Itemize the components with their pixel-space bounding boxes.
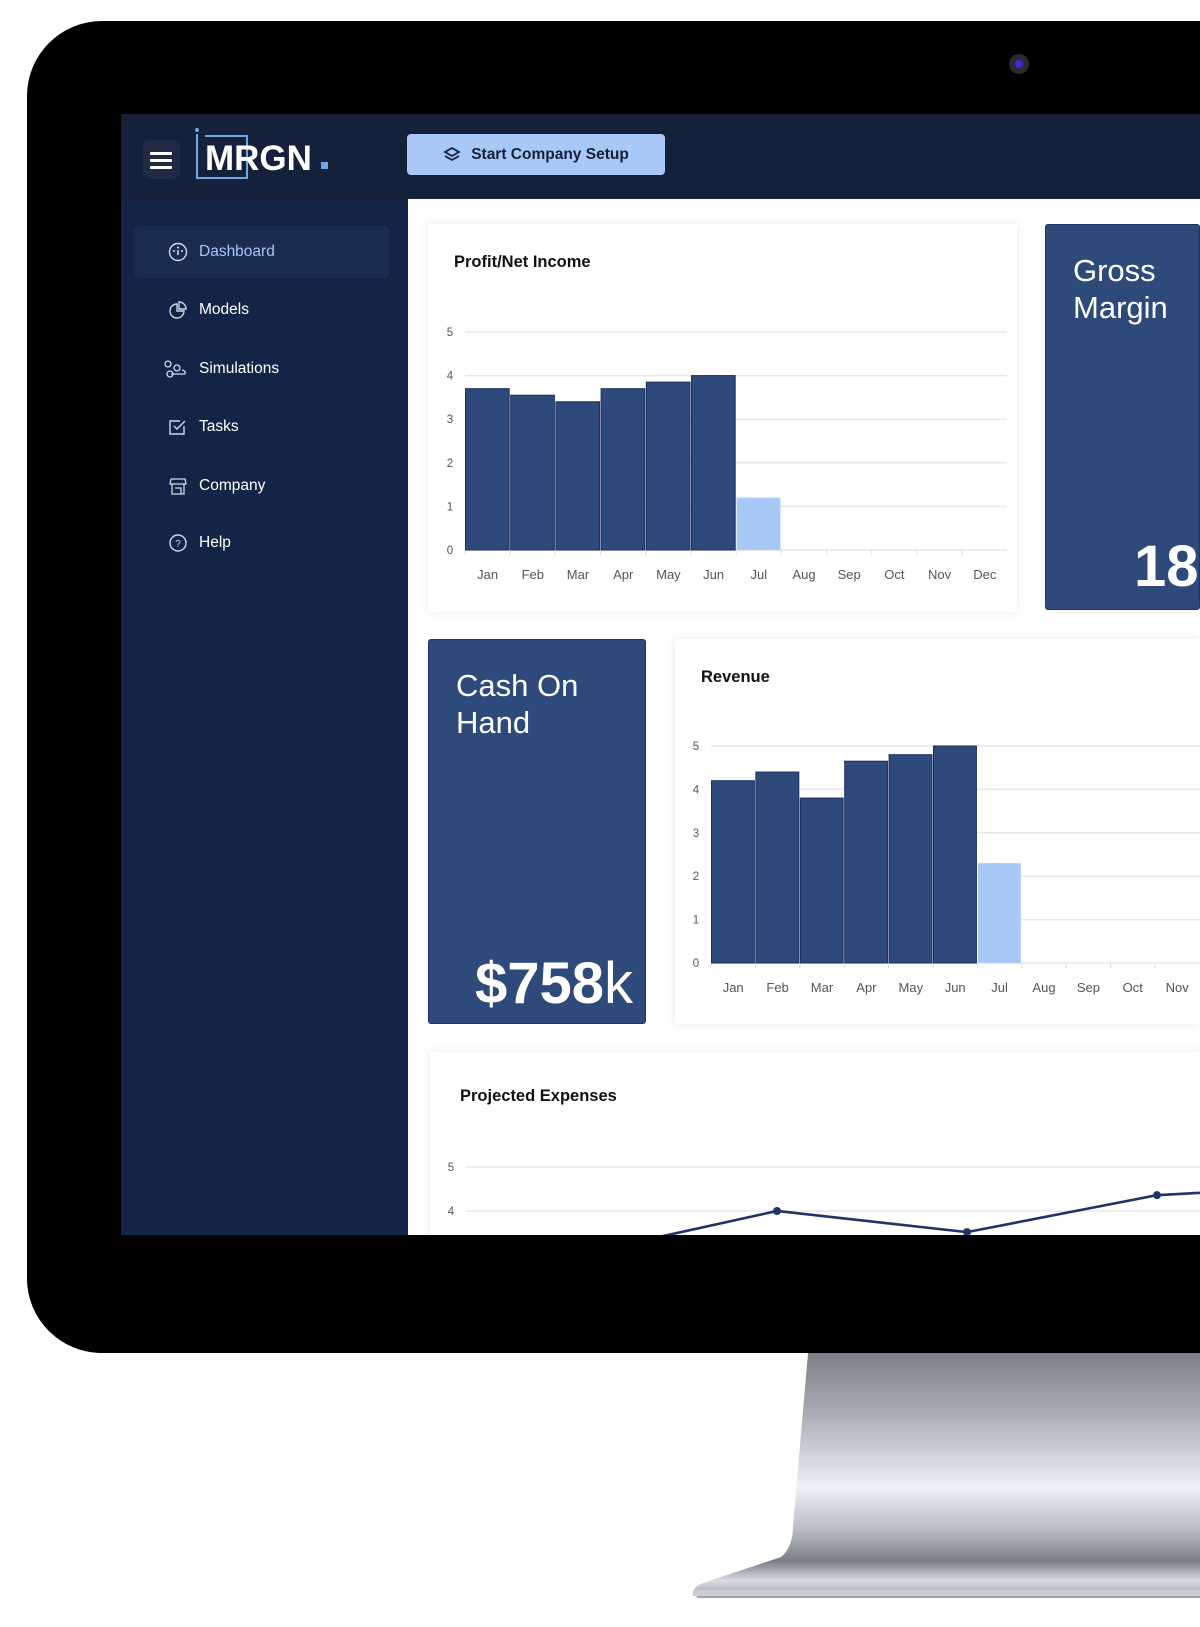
x-tick-label: Oct	[1123, 980, 1144, 995]
x-tick-label: Feb	[522, 567, 544, 582]
menu-button[interactable]	[142, 140, 180, 179]
x-tick-label: Aug	[1032, 980, 1055, 995]
x-tick-label: Sep	[838, 567, 861, 582]
expense-point	[773, 1207, 781, 1215]
revenue-bar-chart: 0 1 2 3 4 5 Jan Feb Mar Apr May Jun Jul Aug Sep Oct Nov	[693, 741, 1200, 995]
x-tick-label: Jan	[723, 980, 744, 995]
y-tick-label: 2	[693, 871, 699, 883]
y-tick-label: 0	[447, 545, 453, 557]
pie-chart-icon	[169, 301, 187, 319]
x-tick-label: Jul	[991, 980, 1008, 995]
y-tick-label: 5	[448, 1162, 454, 1174]
webcam-icon	[1009, 54, 1029, 74]
cash-on-hand-title: Cash On Hand	[456, 668, 579, 740]
bar-apr	[600, 388, 646, 551]
x-tick-label: Mar	[811, 980, 834, 995]
y-tick-label: 5	[693, 741, 699, 753]
cash-unit: k	[604, 951, 633, 1016]
y-tick-label: 2	[447, 458, 453, 470]
cash-on-hand-card: Cash On Hand $758k	[428, 639, 646, 1024]
sidebar-item-company[interactable]: Company	[134, 460, 390, 512]
bar-apr	[844, 760, 889, 964]
x-tick-label: Oct	[884, 567, 905, 582]
sidebar-item-label: Help	[199, 534, 231, 551]
y-tick-label: 4	[448, 1206, 455, 1218]
hamburger-icon	[150, 151, 172, 169]
x-tick-label: Apr	[613, 567, 634, 582]
sidebar-item-label: Dashboard	[199, 243, 275, 260]
x-tick-label: Mar	[567, 567, 590, 582]
help-circle-icon: ?	[169, 534, 187, 552]
bar-jun	[933, 745, 977, 964]
svg-text:?: ?	[175, 539, 181, 550]
cash-amount: $758	[474, 951, 604, 1016]
y-tick-label: 1	[693, 915, 699, 927]
monitor-chin	[27, 1235, 1200, 1353]
x-tick-label: Jul	[750, 567, 767, 582]
x-tick-label: Jun	[703, 567, 724, 582]
x-tick-label: Jun	[945, 980, 966, 995]
sidebar-item-label: Company	[199, 477, 266, 494]
y-tick-label: 4	[447, 371, 454, 383]
sidebar-item-label: Models	[199, 301, 249, 318]
bar-jul	[736, 497, 781, 550]
bar-jan	[465, 388, 510, 551]
logo[interactable]: MRGN	[195, 128, 340, 180]
sidebar-item-simulations[interactable]: Simulations	[134, 343, 390, 395]
setup-button-label: Start Company Setup	[471, 145, 629, 163]
sidebar-item-label: Simulations	[199, 360, 280, 377]
revenue-card: Revenue 0 1 2 3 4 5 Jan Feb Mar Apr May Jun Jul Aug Se…	[675, 639, 1200, 1024]
x-tick-label: Feb	[766, 980, 788, 995]
y-tick-label: 0	[693, 958, 699, 970]
bar-may	[645, 381, 691, 551]
bar-jan	[711, 780, 755, 964]
y-tick-label: 3	[447, 414, 453, 426]
bar-feb	[510, 394, 555, 551]
profit-bar-chart: 0 1 2 3 4 5 Jan Feb Mar Apr May Jun Jul Aug Sep Oct Nov D…	[447, 327, 1007, 582]
bar-jun	[691, 375, 736, 551]
expense-point	[1153, 1191, 1161, 1200]
x-tick-label: May	[656, 567, 681, 582]
logo-mark: MRGN	[195, 128, 328, 179]
gross-margin-title: Gross Margin	[1073, 253, 1168, 325]
x-tick-label: Nov	[928, 567, 952, 582]
sidebar-item-models[interactable]: Models	[134, 284, 390, 336]
y-tick-label: 5	[447, 327, 453, 339]
storefront-icon	[169, 478, 187, 495]
bar-mar	[555, 401, 601, 551]
gross-margin-value: 18	[1134, 534, 1199, 599]
y-tick-label: 1	[447, 501, 453, 513]
bar-may	[888, 754, 933, 964]
cash-on-hand-value: $758k	[475, 950, 633, 1017]
projected-expenses-card: Projected Expenses 45	[430, 1052, 1200, 1252]
sidebar-item-label: Tasks	[199, 418, 239, 435]
x-tick-label: Nov	[1166, 980, 1190, 995]
projected-expenses-line-chart: 45	[448, 1162, 1200, 1252]
bar-jul	[977, 863, 1021, 963]
x-tick-label: Jan	[477, 567, 498, 582]
logo-text: MRGN	[205, 139, 312, 178]
profit-net-income-card: Profit/Net Income 0 1 2 3 4 5 Jan Feb Mar Apr May J…	[428, 224, 1017, 612]
y-tick-label: 4	[693, 784, 700, 796]
gross-margin-card: Gross Margin 18	[1045, 224, 1200, 610]
start-company-setup-button[interactable]: Start Company Setup	[407, 134, 665, 175]
x-tick-label: Apr	[856, 980, 877, 995]
checkbox-icon	[169, 420, 186, 435]
x-tick-label: Dec	[973, 567, 997, 582]
x-tick-label: Sep	[1077, 980, 1100, 995]
bar-mar	[799, 797, 844, 964]
nodes-icon	[164, 360, 186, 378]
sidebar-item-help[interactable]: ? Help	[134, 517, 390, 569]
bar-feb	[755, 771, 800, 964]
y-tick-label: 3	[693, 828, 699, 840]
gauge-icon	[168, 242, 188, 262]
sidebar-item-dashboard[interactable]: Dashboard	[134, 226, 390, 278]
x-tick-label: May	[899, 980, 924, 995]
layers-icon	[443, 146, 462, 161]
x-tick-label: Aug	[792, 567, 815, 582]
sidebar-item-tasks[interactable]: Tasks	[134, 401, 390, 453]
